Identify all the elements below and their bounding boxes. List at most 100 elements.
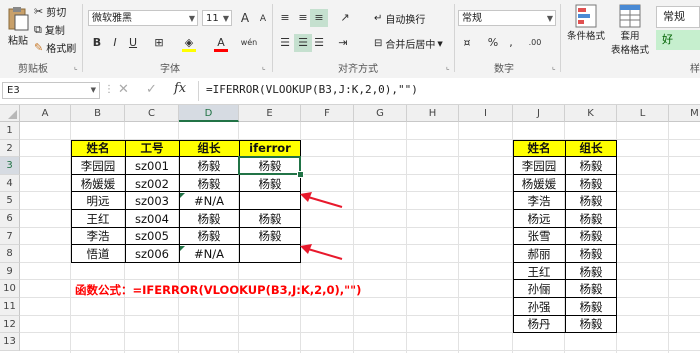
table-cell[interactable]: #N/A: [179, 245, 239, 263]
font-launcher-icon[interactable]: ⌞: [262, 62, 266, 71]
lookup-cell[interactable]: 孙俪: [513, 280, 565, 298]
row-header[interactable]: 8: [0, 245, 20, 263]
table-cell[interactable]: 杨媛媛: [71, 175, 125, 193]
merge-center-button[interactable]: ⊟ 合并后居中 ▼: [374, 36, 443, 51]
column-header[interactable]: B: [71, 105, 125, 122]
table-cell[interactable]: 杨毅: [239, 210, 301, 228]
table-cell[interactable]: sz005: [125, 228, 179, 246]
lookup-cell[interactable]: 杨毅: [565, 157, 617, 175]
lookup-cell[interactable]: 张雪: [513, 228, 565, 246]
table-cell[interactable]: #N/A: [179, 192, 239, 210]
table-cell[interactable]: [239, 245, 301, 263]
lookup-cell[interactable]: 杨毅: [565, 263, 617, 281]
table-cell[interactable]: sz001: [125, 157, 179, 175]
active-cell-border[interactable]: [238, 156, 301, 175]
decimal-button[interactable]: .00: [522, 34, 548, 52]
fill-color-button[interactable]: ◈: [180, 34, 198, 52]
clipboard-launcher-icon[interactable]: ⌞: [74, 62, 78, 71]
table-cell[interactable]: 明远: [71, 192, 125, 210]
row-header[interactable]: 9: [0, 262, 20, 281]
lookup-cell[interactable]: 杨毅: [565, 192, 617, 210]
table-header-cell[interactable]: iferror: [239, 139, 301, 158]
table-cell[interactable]: sz006: [125, 245, 179, 263]
table-cell[interactable]: 李浩: [71, 228, 125, 246]
table-cell[interactable]: 杨毅: [179, 157, 239, 175]
paste-button[interactable]: 粘贴: [4, 6, 32, 47]
phonetic-button[interactable]: wén: [240, 34, 258, 52]
table-cell[interactable]: 王红: [71, 210, 125, 228]
lookup-cell[interactable]: 杨远: [513, 210, 565, 228]
name-box[interactable]: E3 ▼: [2, 82, 100, 99]
lookup-cell[interactable]: 杨丹: [513, 316, 565, 334]
error-indicator-icon[interactable]: [180, 193, 185, 199]
column-header[interactable]: K: [565, 105, 617, 122]
border-button[interactable]: ⊞: [150, 34, 168, 52]
column-header[interactable]: L: [617, 105, 669, 122]
currency-button[interactable]: ¤: [458, 34, 476, 52]
table-cell[interactable]: 杨毅: [179, 210, 239, 228]
row-header[interactable]: 1: [0, 122, 20, 140]
column-header[interactable]: J: [513, 105, 565, 122]
row-header[interactable]: 2: [0, 139, 20, 158]
grow-font-button[interactable]: A: [236, 9, 254, 27]
align-top-button[interactable]: ≡: [276, 9, 294, 27]
conditional-format-button[interactable]: 条件格式: [566, 4, 606, 42]
insert-function-icon[interactable]: fx: [174, 81, 186, 96]
underline-button[interactable]: U: [124, 34, 142, 52]
table-cell[interactable]: 杨毅: [239, 175, 301, 193]
wrap-text-button[interactable]: ↵ 自动换行: [374, 11, 425, 26]
table-cell[interactable]: sz004: [125, 210, 179, 228]
table-cell[interactable]: sz003: [125, 192, 179, 210]
row-header[interactable]: 6: [0, 210, 20, 228]
align-left-button[interactable]: ☰: [276, 34, 294, 52]
lookup-cell[interactable]: 郝丽: [513, 245, 565, 263]
lookup-cell[interactable]: 杨毅: [565, 280, 617, 298]
font-size-combo[interactable]: 11 ▼: [202, 10, 232, 26]
column-header[interactable]: C: [125, 105, 179, 122]
style-normal-swatch[interactable]: 常规: [656, 6, 700, 28]
fill-handle[interactable]: [297, 170, 304, 178]
column-header[interactable]: I: [459, 105, 513, 122]
table-cell[interactable]: 杨毅: [179, 175, 239, 193]
enter-icon[interactable]: ✓: [146, 82, 157, 97]
row-header[interactable]: 5: [0, 192, 20, 210]
align-right-button[interactable]: ☰: [310, 34, 328, 52]
shrink-font-button[interactable]: A: [254, 9, 272, 27]
number-launcher-icon[interactable]: ⌞: [552, 62, 556, 71]
table-header-cell[interactable]: 姓名: [71, 139, 125, 158]
column-header[interactable]: G: [354, 105, 407, 122]
lookup-cell[interactable]: 王红: [513, 263, 565, 281]
table-header-cell[interactable]: 工号: [125, 139, 179, 158]
table-cell[interactable]: 杨毅: [179, 228, 239, 246]
column-header[interactable]: D: [179, 105, 239, 122]
font-color-button[interactable]: A: [212, 34, 230, 52]
indent-button[interactable]: ⇥: [334, 34, 352, 52]
alignment-launcher-icon[interactable]: ⌞: [446, 62, 450, 71]
lookup-cell[interactable]: 李浩: [513, 192, 565, 210]
comma-button[interactable]: ,: [502, 34, 520, 52]
lookup-cell[interactable]: 杨毅: [565, 175, 617, 193]
cut-button[interactable]: ✂ 剪切: [34, 4, 66, 19]
lookup-cell[interactable]: 杨毅: [565, 228, 617, 246]
column-header[interactable]: A: [20, 105, 71, 122]
table-cell[interactable]: 悟道: [71, 245, 125, 263]
row-header[interactable]: 12: [0, 315, 20, 334]
row-header[interactable]: 4: [0, 174, 20, 193]
italic-button[interactable]: I: [106, 34, 124, 52]
column-header[interactable]: E: [239, 105, 301, 122]
percent-button[interactable]: %: [484, 34, 502, 52]
lookup-cell[interactable]: 杨毅: [565, 245, 617, 263]
number-format-combo[interactable]: 常规 ▼: [458, 10, 556, 26]
orientation-button[interactable]: ↗: [336, 9, 354, 27]
style-good-swatch[interactable]: 好: [656, 30, 700, 50]
table-cell[interactable]: 杨毅: [239, 228, 301, 246]
cancel-icon[interactable]: ✕: [118, 82, 129, 97]
lookup-header-cell[interactable]: 姓名: [513, 139, 565, 158]
table-cell[interactable]: sz002: [125, 175, 179, 193]
table-cell[interactable]: 李园园: [71, 157, 125, 175]
error-indicator-icon[interactable]: [180, 246, 185, 252]
row-header[interactable]: 11: [0, 298, 20, 316]
font-name-combo[interactable]: 微软雅黑 ▼: [88, 10, 198, 26]
lookup-cell[interactable]: 李园园: [513, 157, 565, 175]
column-header[interactable]: M: [669, 105, 700, 122]
